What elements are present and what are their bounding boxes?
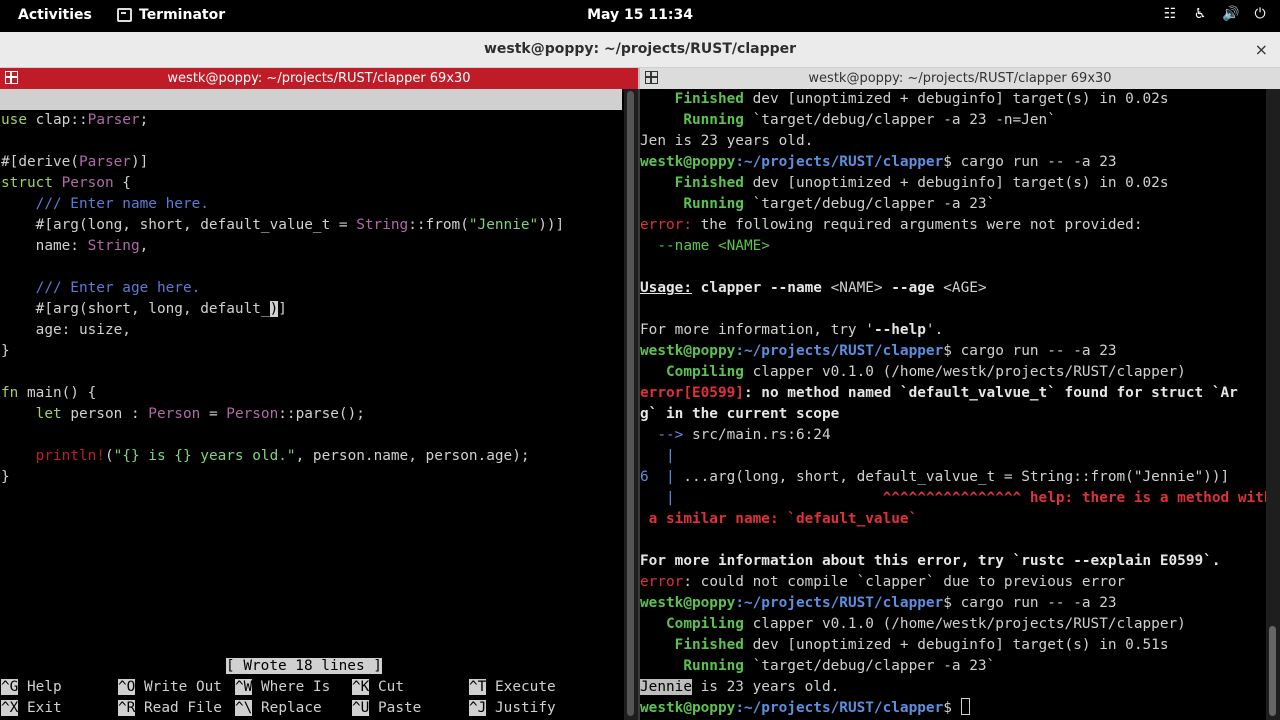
volume-icon[interactable]: 🔊 xyxy=(1222,6,1239,22)
output-line: Running `target/debug/clapper -a 23` xyxy=(640,658,996,674)
code-line: } xyxy=(1,343,10,359)
output-line: error: the following required arguments … xyxy=(640,217,1143,233)
terminal-grid-icon[interactable] xyxy=(645,71,658,84)
nano-title-bar: GNU nano 7.2 src/main.rs * xyxy=(0,89,622,149)
shortcut-help[interactable]: ^G Help xyxy=(1,677,62,698)
gnome-top-bar: Activities Terminator May 15 11:34 ☷ ♿ 🔊… xyxy=(0,0,1280,32)
right-pane-titlebar[interactable]: westk@poppy: ~/projects/RUST/clapper 69x… xyxy=(638,68,1280,89)
output-line: Running `target/debug/clapper -a 23 -n=J… xyxy=(640,112,1056,128)
output-line: error: could not compile `clapper` due t… xyxy=(640,574,1126,590)
network-icon[interactable]: ☷ xyxy=(1162,6,1178,22)
shortcut-where-is[interactable]: ^W Where Is xyxy=(235,677,330,698)
app-name: Terminator xyxy=(139,7,226,23)
text-cursor: ) xyxy=(269,301,279,317)
clock[interactable]: May 15 11:34 xyxy=(587,7,693,23)
output-line: Running `target/debug/clapper -a 23` xyxy=(640,196,996,212)
output-line: error[E0599]: no method named `default_v… xyxy=(640,385,1238,401)
prompt-line[interactable]: westk@poppy:~/projects/RUST/clapper$ xyxy=(640,698,970,719)
code-line: println!("{} is {} years old.", person.n… xyxy=(35,448,530,464)
output-line: Usage: clapper --name <NAME> --age <AGE> xyxy=(640,280,987,296)
output-line: For more information about this error, t… xyxy=(640,553,1221,569)
code-line: } xyxy=(1,469,10,485)
shortcut-exit[interactable]: ^X Exit xyxy=(1,698,62,719)
output-line: Finished dev [unoptimized + debuginfo] t… xyxy=(640,637,1169,653)
code-line: #[derive(Parser)] xyxy=(1,154,149,170)
code-line: fn main() { xyxy=(1,385,97,401)
output-line: Compiling clapper v0.1.0 (/home/westk/pr… xyxy=(640,616,1186,632)
prompt-line: westk@poppy:~/projects/RUST/clapper$ car… xyxy=(640,595,1117,611)
activities-button[interactable]: Activities xyxy=(18,7,92,23)
shortcut-paste[interactable]: ^U Paste xyxy=(352,698,421,719)
shortcut-write-out[interactable]: ^O Write Out xyxy=(118,677,222,698)
nano-filename: src/main.rs * xyxy=(280,133,393,149)
code-line: /// Enter name here. xyxy=(1,196,209,212)
terminal-cursor xyxy=(960,698,970,715)
code-line: #[arg(short, long, default_)] xyxy=(1,301,287,317)
code-line: let person : Person = Person::parse(); xyxy=(35,406,365,422)
code-line: /// Enter age here. xyxy=(1,280,201,296)
output-line: 6 | ...arg(long, short, default_valvue_t… xyxy=(640,469,1230,485)
shortcut-execute[interactable]: ^T Execute xyxy=(469,677,556,698)
nano-status-message: [ Wrote 18 lines ] xyxy=(226,658,382,674)
right-scrollbar[interactable] xyxy=(1266,89,1280,720)
left-pane-title: westk@poppy: ~/projects/RUST/clapper 69x… xyxy=(167,71,471,86)
output-line: | xyxy=(640,448,675,464)
scrollbar-thumb[interactable] xyxy=(1269,626,1276,716)
close-icon[interactable]: × xyxy=(1255,32,1268,67)
shortcut-read-file[interactable]: ^R Read File xyxy=(118,698,222,719)
code-line: struct Person { xyxy=(1,175,131,191)
terminal-app-icon xyxy=(117,8,132,22)
output-line: For more information, try '--help'. xyxy=(640,322,944,338)
scrollbar-thumb[interactable] xyxy=(627,91,634,716)
prompt-line: westk@poppy:~/projects/RUST/clapper$ car… xyxy=(640,154,1117,170)
prompt-line: westk@poppy:~/projects/RUST/clapper$ car… xyxy=(640,343,1117,359)
power-icon[interactable]: ⏻ xyxy=(1252,6,1268,22)
output-line: a similar name: `default_value` xyxy=(640,511,918,527)
shortcut-justify[interactable]: ^J Justify xyxy=(469,698,556,719)
shortcut-replace[interactable]: ^\ Replace xyxy=(235,698,322,719)
shortcut-cut[interactable]: ^K Cut xyxy=(352,677,404,698)
output-line: | ^^^^^^^^^^^^^^^^ help: there is a meth… xyxy=(640,490,1266,506)
shell-terminal[interactable]: Finished dev [unoptimized + debuginfo] t… xyxy=(640,89,1266,720)
output-line: Jennie is 23 years old. xyxy=(640,679,840,695)
output-line: g` in the current scope xyxy=(640,406,840,422)
left-scrollbar[interactable] xyxy=(624,89,638,720)
output-line: Compiling clapper v0.1.0 (/home/westk/pr… xyxy=(640,364,1186,380)
code-line: name: String, xyxy=(1,238,149,254)
nano-editor-terminal[interactable]: GNU nano 7.2 src/main.rs * use clap::Par… xyxy=(0,89,624,720)
window-title: westk@poppy: ~/projects/RUST/clapper xyxy=(483,41,797,57)
right-pane-title: westk@poppy: ~/projects/RUST/clapper 69x… xyxy=(808,71,1112,86)
output-line: --name <NAME> xyxy=(640,238,770,254)
code-line: #[arg(long, short, default_value_t = Str… xyxy=(1,217,565,233)
accessibility-icon[interactable]: ♿ xyxy=(1192,6,1208,22)
code-line: use clap::Parser; xyxy=(1,112,149,128)
terminal-grid-icon[interactable] xyxy=(5,71,18,84)
left-pane-titlebar[interactable]: westk@poppy: ~/projects/RUST/clapper 69x… xyxy=(0,68,638,89)
output-line: Finished dev [unoptimized + debuginfo] t… xyxy=(640,91,1169,107)
output-line: --> src/main.rs:6:24 xyxy=(640,427,831,443)
code-line: age: usize, xyxy=(1,322,131,338)
selected-text: Jennie xyxy=(640,679,692,695)
output-line: Finished dev [unoptimized + debuginfo] t… xyxy=(640,175,1169,191)
output-line: Jen is 23 years old. xyxy=(640,133,814,149)
window-titlebar[interactable]: westk@poppy: ~/projects/RUST/clapper × xyxy=(0,32,1280,68)
app-menu[interactable]: Terminator xyxy=(117,7,225,23)
